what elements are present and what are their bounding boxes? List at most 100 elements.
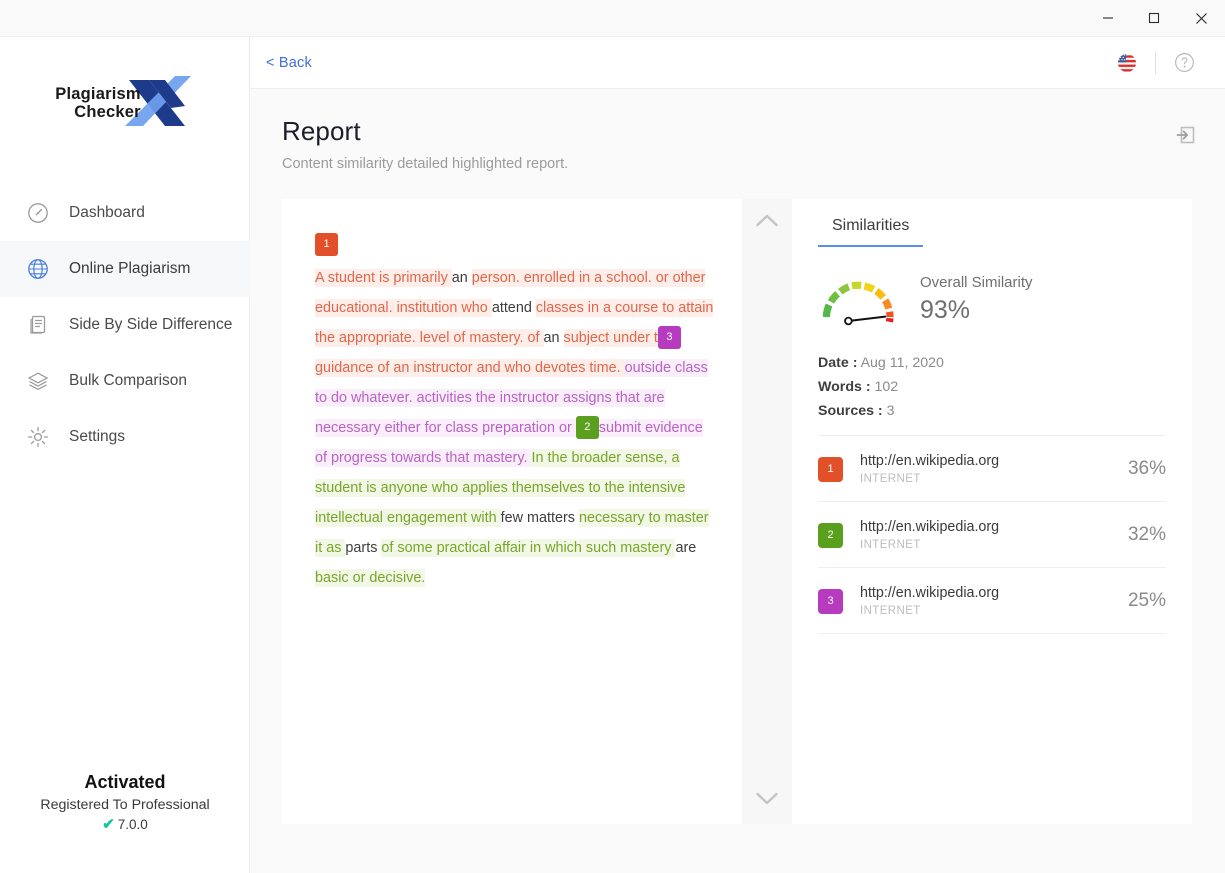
documents-icon	[26, 313, 50, 337]
plain-text: few matters	[501, 510, 579, 526]
plain-text: an	[544, 330, 564, 346]
meta-value: Aug 11, 2020	[857, 355, 944, 371]
source-percent: 36%	[1128, 458, 1166, 480]
highlight-source-2[interactable]: of some practical affair in which such m…	[381, 539, 675, 557]
logo-wordmark: Plagiarism Checker	[55, 85, 140, 122]
plain-text: attend	[492, 300, 536, 316]
source-row[interactable]: 2 http://en.wikipedia.org INTERNET 32%	[818, 501, 1166, 567]
source-row[interactable]: 3 http://en.wikipedia.org INTERNET 25%	[818, 567, 1166, 634]
source-marker-1[interactable]: 1	[315, 233, 338, 256]
app-logo: Plagiarism Checker	[0, 65, 250, 141]
check-icon: ✔	[102, 815, 115, 833]
tab-similarities[interactable]: Similarities	[818, 217, 923, 247]
activation-status: Activated Registered To Professional ✔ 7…	[0, 772, 250, 833]
highlight-source-1[interactable]: guidance of an instructor and who devote…	[315, 359, 625, 377]
highlight-source-2[interactable]: basic or decisive.	[315, 569, 425, 587]
topbar-actions	[1117, 52, 1195, 74]
maximize-button[interactable]	[1131, 0, 1177, 36]
meta-key: Sources :	[818, 403, 883, 419]
sidebar: Plagiarism Checker Dashboard Online Plag	[0, 37, 250, 873]
sidebar-item-online-plagiarism[interactable]: Online Plagiarism	[0, 241, 250, 297]
source-type: INTERNET	[860, 605, 1111, 617]
page-header: Report Content similarity detailed highl…	[250, 89, 1225, 172]
meta-value: 102	[871, 379, 899, 395]
source-url[interactable]: http://en.wikipedia.org	[860, 453, 1111, 469]
sidebar-item-dashboard[interactable]: Dashboard	[0, 185, 250, 241]
activation-version-row: ✔ 7.0.0	[0, 815, 250, 833]
page-subtitle: Content similarity detailed highlighted …	[282, 156, 1225, 172]
chevron-down-icon[interactable]	[755, 791, 779, 806]
activation-state: Activated	[0, 772, 250, 793]
source-badge: 2	[818, 523, 843, 548]
report-cards: 1A student is primarily an person. enrol…	[282, 199, 1192, 824]
back-button[interactable]: < Back	[266, 55, 312, 71]
document-scroll-column[interactable]	[742, 199, 792, 824]
chevron-up-icon[interactable]	[755, 213, 779, 228]
content-topbar: < Back	[250, 37, 1225, 89]
source-type: INTERNET	[860, 473, 1111, 485]
window-titlebar	[0, 0, 1225, 37]
similarities-tabs: Similarities	[792, 199, 1192, 247]
source-badge: 1	[818, 457, 843, 482]
highlight-source-1[interactable]: subject under t	[564, 329, 658, 347]
source-type: INTERNET	[860, 539, 1111, 551]
document-text: 1A student is primarily an person. enrol…	[282, 199, 742, 593]
source-marker-3[interactable]: 3	[658, 326, 681, 349]
minimize-button[interactable]	[1085, 0, 1131, 36]
source-percent: 25%	[1128, 590, 1166, 612]
export-icon	[1174, 123, 1198, 147]
page-title: Report	[282, 116, 1225, 147]
source-badge: 3	[818, 589, 843, 614]
topbar-divider	[1155, 52, 1156, 74]
source-text: http://en.wikipedia.org INTERNET	[860, 519, 1111, 551]
sidebar-item-label: Online Plagiarism	[69, 260, 190, 278]
sidebar-item-label: Settings	[69, 428, 125, 446]
meta-row: Date : Aug 11, 2020	[818, 355, 1192, 371]
sidebar-item-label: Dashboard	[69, 204, 145, 222]
sidebar-item-label: Side By Side Difference	[69, 316, 232, 334]
source-text: http://en.wikipedia.org INTERNET	[860, 585, 1111, 617]
sidebar-item-settings[interactable]: Settings	[0, 409, 250, 465]
logo-line-1: Plagiarism	[55, 85, 140, 103]
overall-similarity-block: Overall Similarity 93%	[792, 247, 1192, 327]
source-marker-2[interactable]: 2	[576, 416, 599, 439]
highlight-source-1[interactable]: A student is primarily	[315, 269, 452, 287]
sidebar-item-side-by-side-difference[interactable]: Side By Side Difference	[0, 297, 250, 353]
similarities-card: Similarities	[792, 199, 1192, 824]
logo-line-2: Checker	[55, 103, 140, 121]
meta-row: Sources : 3	[818, 403, 1192, 419]
source-percent: 32%	[1128, 524, 1166, 546]
meta-value: 3	[883, 403, 895, 419]
similarity-gauge	[818, 271, 898, 327]
sidebar-item-bulk-comparison[interactable]: Bulk Comparison	[0, 353, 250, 409]
meta-key: Words :	[818, 379, 871, 395]
layers-icon	[26, 369, 50, 393]
sidebar-nav: Dashboard Online Plagiarism Side By Side…	[0, 185, 250, 465]
export-button[interactable]	[1174, 123, 1198, 147]
help-circle-icon[interactable]	[1174, 52, 1195, 73]
source-text: http://en.wikipedia.org INTERNET	[860, 453, 1111, 485]
overall-similarity-value: 93%	[920, 296, 1033, 325]
meta-key: Date :	[818, 355, 857, 371]
report-meta: Date : Aug 11, 2020 Words : 102 Sources : …	[792, 327, 1192, 419]
overall-similarity-text: Overall Similarity 93%	[920, 274, 1033, 325]
document-card: 1A student is primarily an person. enrol…	[282, 199, 742, 824]
close-button[interactable]	[1177, 0, 1225, 36]
source-url[interactable]: http://en.wikipedia.org	[860, 519, 1111, 535]
gear-icon	[26, 425, 50, 449]
activation-version: 7.0.0	[118, 817, 148, 832]
meta-row: Words : 102	[818, 379, 1192, 395]
plain-text: parts	[345, 540, 381, 556]
plain-text: are	[675, 540, 696, 556]
activation-registered-to: Registered To Professional	[0, 797, 250, 813]
source-url[interactable]: http://en.wikipedia.org	[860, 585, 1111, 601]
source-row[interactable]: 1 http://en.wikipedia.org INTERNET 36%	[818, 435, 1166, 501]
plain-text: an	[452, 270, 472, 286]
main-content: < Back	[250, 37, 1225, 873]
sidebar-item-label: Bulk Comparison	[69, 372, 187, 390]
gauge-icon	[26, 201, 50, 225]
sources-list: 1 http://en.wikipedia.org INTERNET 36% 2 http…	[818, 435, 1166, 634]
us-flag-icon[interactable]	[1117, 53, 1137, 73]
globe-icon	[26, 257, 50, 281]
overall-similarity-label: Overall Similarity	[920, 274, 1033, 291]
